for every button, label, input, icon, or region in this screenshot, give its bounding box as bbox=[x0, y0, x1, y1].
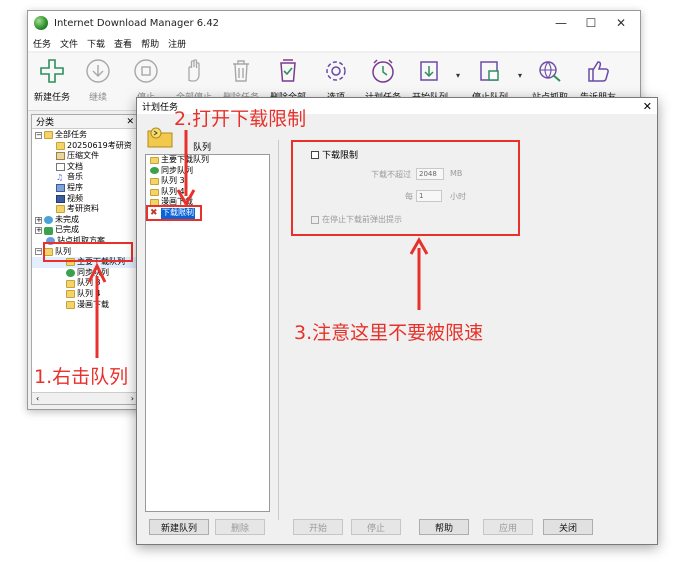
category-scrollbar[interactable]: ‹ › bbox=[32, 392, 138, 404]
per-label: 每 bbox=[405, 192, 413, 201]
category-tree: − 全部任务 20250619考研资 压缩文件 文档 ♫ 音乐 程序 视频 考研资料… bbox=[32, 129, 138, 310]
annotation-step3: 3.注意这里不要被限速 bbox=[294, 322, 484, 344]
menu-register[interactable]: 注册 bbox=[168, 37, 186, 50]
sync-icon bbox=[150, 167, 159, 175]
category-finished[interactable]: + 已完成 bbox=[32, 225, 138, 236]
dialog-title: 计划任务 bbox=[142, 102, 179, 113]
sync-icon bbox=[66, 269, 75, 278]
finished-icon bbox=[44, 226, 53, 235]
download-limit-checkbox[interactable]: 下载限制 bbox=[311, 148, 358, 161]
thumbs-up-icon bbox=[588, 61, 609, 82]
category-programs[interactable]: 程序 bbox=[32, 183, 138, 194]
dialog-close-button[interactable]: ✕ bbox=[643, 100, 652, 113]
queue-list-item[interactable]: 同步队列 bbox=[146, 166, 269, 177]
new-queue-button[interactable]: 新建队列 bbox=[149, 519, 209, 535]
highlight-download-limit bbox=[146, 205, 202, 221]
queue-list-item[interactable]: 队列 3 bbox=[146, 176, 269, 187]
start-button[interactable]: 开始 bbox=[293, 519, 343, 535]
queue-3[interactable]: 队列 3 bbox=[32, 278, 138, 289]
stop-queue-icon bbox=[480, 61, 499, 81]
maximize-button[interactable]: ☐ bbox=[576, 11, 606, 35]
max-size-input[interactable]: 2048 bbox=[416, 168, 444, 180]
trash-icon bbox=[233, 60, 249, 82]
delete-all-icon bbox=[280, 59, 296, 82]
checkbox-icon[interactable] bbox=[311, 215, 319, 224]
gear-icon bbox=[326, 61, 346, 81]
menu-help[interactable]: 帮助 bbox=[141, 37, 159, 50]
help-button[interactable]: 帮助 bbox=[419, 519, 469, 535]
clock-icon bbox=[372, 59, 394, 83]
download-circle-icon bbox=[86, 59, 110, 83]
max-size-unit: MB bbox=[450, 169, 463, 178]
minimize-button[interactable]: — bbox=[546, 11, 576, 35]
category-close-icon[interactable]: ✕ bbox=[126, 117, 134, 127]
highlight-main-queue bbox=[43, 242, 133, 262]
category-all-tasks[interactable]: − 全部任务 bbox=[32, 130, 138, 141]
queue-4[interactable]: 队列 4 bbox=[32, 289, 138, 300]
category-docs[interactable]: 文档 bbox=[32, 162, 138, 173]
queue-comics[interactable]: 漫画下载 bbox=[32, 300, 138, 311]
menu-download[interactable]: 下载 bbox=[87, 37, 105, 50]
close-dialog-button[interactable]: 关闭 bbox=[543, 519, 593, 535]
category-header: 分类 ✕ bbox=[32, 115, 138, 129]
start-queue-icon bbox=[420, 61, 438, 81]
site-grab-icon bbox=[539, 61, 561, 82]
stop-button[interactable]: 停止 bbox=[351, 519, 401, 535]
video-icon bbox=[56, 194, 65, 203]
scroll-left-icon[interactable]: ‹ bbox=[36, 394, 39, 403]
menu-view[interactable]: 查看 bbox=[114, 37, 132, 50]
queue-list-item[interactable]: 主要下载队列 bbox=[146, 155, 269, 166]
menu-task[interactable]: 任务 bbox=[33, 37, 51, 50]
document-icon bbox=[56, 163, 65, 172]
zip-icon bbox=[56, 152, 65, 161]
unfinished-icon bbox=[44, 216, 53, 225]
annotation-step2: 2.打开下载限制 bbox=[174, 108, 307, 130]
queue-sync[interactable]: 同步队列 bbox=[32, 268, 138, 279]
category-music[interactable]: ♫ 音乐 bbox=[32, 172, 138, 183]
plus-icon bbox=[40, 59, 64, 83]
title-bar: Internet Download Manager 6.42 — ☐ ✕ bbox=[28, 11, 640, 35]
category-unfinished[interactable]: + 未完成 bbox=[32, 215, 138, 226]
window-title: Internet Download Manager 6.42 bbox=[54, 17, 220, 29]
category-exam[interactable]: 考研资料 bbox=[32, 204, 138, 215]
download-limit-settings: 下载限制 下载不超过 2048 MB 每 1 小时 在停止下载前弹出提示 bbox=[291, 140, 520, 236]
program-icon bbox=[56, 184, 65, 193]
warn-before-stop-checkbox[interactable]: 在停止下载前弹出提示 bbox=[311, 214, 402, 225]
menu-file[interactable]: 文件 bbox=[60, 37, 78, 50]
checkbox-icon[interactable] bbox=[311, 150, 319, 159]
dialog-divider bbox=[278, 140, 279, 520]
apply-button[interactable]: 应用 bbox=[483, 519, 533, 535]
max-size-label: 下载不超过 bbox=[371, 170, 411, 179]
delete-queue-button[interactable]: 删除 bbox=[215, 519, 265, 535]
stop-icon bbox=[134, 59, 158, 83]
music-icon: ♫ bbox=[56, 172, 64, 182]
queue-heading: 队列 bbox=[193, 143, 212, 153]
window-controls: — ☐ ✕ bbox=[546, 11, 636, 35]
hand-icon bbox=[188, 59, 200, 82]
idm-logo-icon bbox=[34, 16, 48, 30]
scroll-right-icon[interactable]: › bbox=[131, 394, 134, 403]
per-hours-unit: 小时 bbox=[450, 192, 466, 201]
menu-bar: 任务 文件 下载 查看 帮助 注册 bbox=[28, 35, 640, 51]
category-item[interactable]: 20250619考研资 bbox=[32, 141, 138, 152]
per-hours-input[interactable]: 1 bbox=[416, 190, 442, 202]
queue-list-item[interactable]: 队列 4 bbox=[146, 187, 269, 198]
close-button[interactable]: ✕ bbox=[606, 11, 636, 35]
annotation-step1: 1.右击队列 bbox=[34, 366, 129, 388]
category-video[interactable]: 视频 bbox=[32, 194, 138, 205]
category-zip[interactable]: 压缩文件 bbox=[32, 151, 138, 162]
dialog-button-row: 新建队列 删除 开始 停止 帮助 应用 关闭 bbox=[137, 519, 657, 535]
queue-folder-icon bbox=[147, 127, 173, 148]
